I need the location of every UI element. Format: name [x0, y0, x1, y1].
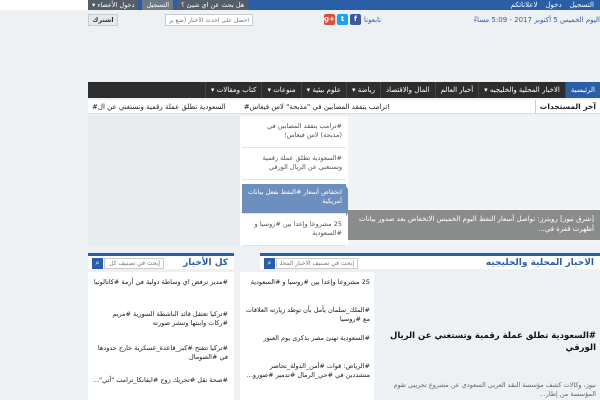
- featured-article-title[interactable]: #السعودية تطلق عملة رقمية وتستغني عن الر…: [376, 330, 596, 354]
- ticker-label: آخر المستجدات: [534, 100, 600, 113]
- all-news-header: كل الأخبار ⌕: [88, 253, 234, 269]
- nav-world-news[interactable]: أخبار العالم: [434, 82, 479, 98]
- local-news-list: 25 مشروعا وإعدا بين #روسيا و #السعودية #…: [240, 272, 374, 400]
- main-navigation: الرئيسية الاخبار المحلية والخليجيه ▾ أخب…: [88, 82, 600, 98]
- nav-science[interactable]: علوم بيئية ▾: [300, 82, 346, 98]
- subscribe-button[interactable]: اشترك: [88, 14, 118, 26]
- top-link-ads[interactable]: لاعلاناتكم: [511, 1, 538, 9]
- nav-sports-label: رياضة: [357, 86, 375, 94]
- local-news-header: الاخبار المحلية والخليجيه ⌕: [260, 253, 600, 269]
- nav-science-label: علوم بيئية: [312, 86, 342, 94]
- news-ticker: #ترامب يتفقد المصابين في "مذبحة" لاس فيغ…: [88, 100, 600, 114]
- nav-misc-label: منوعات: [273, 86, 296, 94]
- members-login-button[interactable]: ▾ دخول الأعضاء: [88, 0, 139, 10]
- list-item[interactable]: 25 مشروعا وإعدا بين #روسيا و #السعودية: [244, 278, 370, 287]
- search-question-button[interactable]: هل بحث عن اي شيئ ؟: [177, 0, 249, 10]
- members-login-label: دخول الأعضاء: [97, 1, 135, 9]
- featured-article-excerpt: نيوز، وكالات كشف مؤسسة النقد العربي السع…: [393, 381, 596, 398]
- facebook-icon[interactable]: f: [350, 14, 361, 25]
- follow-us-label: تابعونا: [364, 16, 382, 24]
- list-item[interactable]: #الملك_سلمان يأمل بأن توطد زيارته العلاق…: [244, 306, 370, 324]
- top-link-login[interactable]: دخول: [545, 1, 561, 9]
- ticker-item-2-text: #السعودية تطلق عملة رقمية وتستغني عن ال: [92, 103, 226, 111]
- nav-misc[interactable]: منوعات ▾: [261, 82, 300, 98]
- list-item[interactable]: #الرياض: قوات #أمن_الدولة_تحاصر متشددين …: [244, 362, 370, 380]
- nav-home[interactable]: الرئيسية: [564, 82, 600, 98]
- search-question-label: هل بحث عن اي شيئ ؟: [181, 1, 245, 9]
- header: اليوم الخميس 5 أكتوبر 2017 - 5:09 مساءً …: [88, 12, 600, 30]
- local-search-input[interactable]: [276, 258, 358, 269]
- auth-buttons: ▾ دخول الأعضاء التسجيل هل بحث عن اي شيئ …: [88, 0, 249, 10]
- nav-writers[interactable]: كتاب ومقالات ▾: [204, 82, 262, 98]
- all-news-title[interactable]: كل الأخبار: [183, 258, 228, 268]
- hero-caption[interactable]: [شرق نيوز] رويترز: تواصل أسعار النفط الي…: [348, 210, 600, 240]
- nav-local-news[interactable]: الاخبار المحلية والخليجيه ▾: [478, 82, 565, 98]
- slider-hero-image[interactable]: [شرق نيوز] رويترز: تواصل أسعار النفط الي…: [348, 116, 600, 246]
- local-news-title[interactable]: الاخبار المحلية والخليجيه: [486, 258, 594, 268]
- slider-item[interactable]: #ترامب يتفقد المصابين في (مذبحة) لاس فيغ…: [242, 118, 346, 148]
- ticker-item-1[interactable]: #ترامب يتفقد المصابين في "مذبحة" لاس فيغ…: [244, 100, 390, 113]
- local-search-icon[interactable]: ⌕: [264, 258, 275, 269]
- top-link-register[interactable]: التسجيل: [570, 1, 594, 9]
- all-news-list: #مدير ترفض اي وساطة دولية في أزمة #كاتال…: [88, 272, 234, 400]
- top-bar: التسجيل دخول لاعلاناتكم ▾ دخول الأعضاء ا…: [0, 0, 600, 10]
- list-item[interactable]: #تركيا تتفتح #كبر_قاعدة_عسكرية خارج حدود…: [92, 344, 228, 362]
- nav-economy[interactable]: المال والاقتصاد: [379, 82, 435, 98]
- register-label: التسجيل: [146, 1, 170, 9]
- list-item[interactable]: #تركيا تعتقل قائد الناشطة السورية #مريم …: [92, 310, 228, 328]
- slider-item[interactable]: 25 مشروعا وإعدا بين #روسيا و #السعودية: [242, 216, 346, 246]
- all-search-icon[interactable]: ⌕: [92, 258, 103, 269]
- list-item[interactable]: #السعودية تهنئ مصر بذكرى يوم العبور: [244, 334, 371, 343]
- featured-slider: #ترامب يتفقد المصابين في (مذبحة) لاس فيغ…: [88, 116, 600, 246]
- slider-item-active[interactable]: انخفاض أسعار #النفط بفعل بيانات أمريكية: [242, 184, 346, 214]
- all-search-input[interactable]: [104, 258, 164, 269]
- nav-local-news-label: الاخبار المحلية والخليجيه: [489, 86, 560, 94]
- register-button[interactable]: التسجيل: [142, 0, 174, 10]
- newsletter-email-input[interactable]: [165, 14, 253, 26]
- twitter-icon[interactable]: t: [337, 14, 348, 25]
- slider-side-image: [88, 116, 240, 246]
- list-item[interactable]: #مدير ترفض اي وساطة دولية في أزمة #كاتال…: [92, 278, 228, 287]
- nav-sports[interactable]: رياضة ▾: [346, 82, 380, 98]
- slider-item[interactable]: #السعودية تطلق عملة رقمية وتستغني عن الر…: [242, 150, 346, 180]
- banner-area: [88, 34, 600, 82]
- google-plus-icon[interactable]: g+: [324, 14, 335, 25]
- current-date: اليوم الخميس 5 أكتوبر 2017 - 5:09 مساءً: [473, 16, 600, 24]
- slider-list: #ترامب يتفقد المصابين في (مذبحة) لاس فيغ…: [242, 116, 356, 246]
- list-item[interactable]: #صحة نقل #تحريك زوج #ايفانكا_ترامب "آتي"…: [92, 376, 228, 385]
- nav-writers-label: كتاب ومقالات: [216, 86, 257, 94]
